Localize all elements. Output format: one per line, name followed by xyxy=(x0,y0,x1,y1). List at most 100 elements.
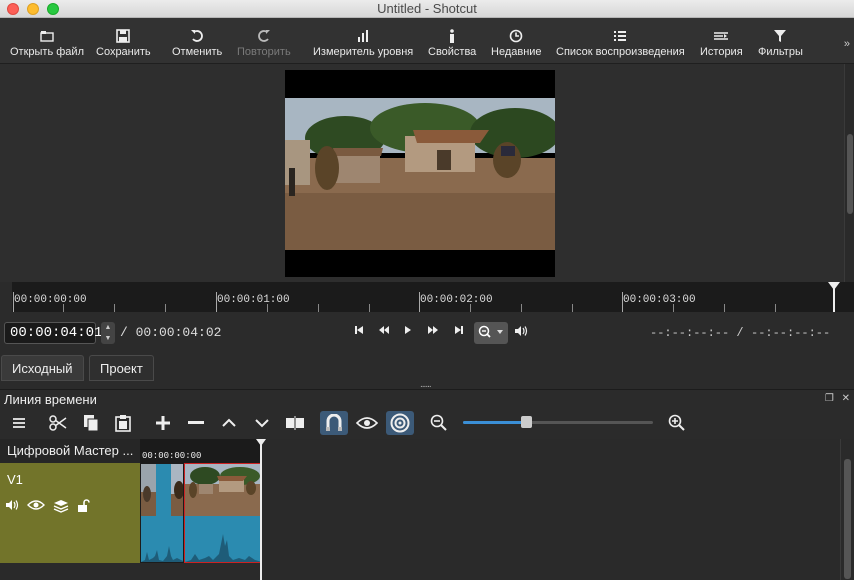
hide-eye-icon[interactable] xyxy=(27,499,45,516)
copy-icon[interactable] xyxy=(80,411,102,435)
scrub-eye-icon[interactable] xyxy=(354,411,380,435)
cut-icon[interactable] xyxy=(47,411,69,435)
composite-layers-icon[interactable] xyxy=(53,499,69,516)
ruler-minor-tick xyxy=(165,304,166,312)
duration-label: / 00:00:04:02 xyxy=(120,325,222,340)
ripple-target-icon[interactable] xyxy=(386,411,414,435)
viewer-playhead-line xyxy=(833,288,835,312)
video-preview-image xyxy=(285,98,555,250)
ruler-minor-tick xyxy=(267,304,268,312)
level-meter-label: Измеритель уровня xyxy=(313,46,414,58)
ruler-label: 00:00:03:00 xyxy=(623,294,696,306)
ruler-minor-tick xyxy=(470,304,471,312)
close-panel-icon[interactable]: ✕ xyxy=(842,393,850,404)
open-file-button[interactable]: Открыть файл xyxy=(10,18,84,64)
timeline-clip-selected[interactable] xyxy=(184,463,261,563)
clock-icon xyxy=(509,26,523,46)
redo-button[interactable]: Повторить xyxy=(237,18,291,64)
history-icon xyxy=(713,26,729,46)
transport-bar: 00:00:04:01 ▲ ▼ / 00:00:04:02 --:--:--:--… xyxy=(0,312,854,352)
skip-to-end-button[interactable] xyxy=(454,325,464,338)
timeline-title: Линия времени xyxy=(4,392,97,407)
ruler-label: 00:00:02:00 xyxy=(420,294,493,306)
fast-forward-icon xyxy=(428,326,438,334)
ruler-minor-tick xyxy=(521,304,522,312)
properties-label: Свойства xyxy=(428,46,477,58)
viewer-time-ruler[interactable]: 00:00:00:00 00:00:01:00 00:00:02:00 00:0… xyxy=(12,282,854,312)
zoom-slider-fill xyxy=(463,421,526,424)
track-name: V1 xyxy=(7,472,23,487)
ruler-minor-tick xyxy=(318,304,319,312)
split-icon[interactable] xyxy=(284,411,306,435)
timeline-ruler[interactable]: 00:00:00:00 xyxy=(140,439,262,463)
timeline-zoom-slider[interactable] xyxy=(463,421,653,424)
zoom-slider-handle[interactable] xyxy=(520,416,532,428)
in-point-timecode: --:--:--:-- / xyxy=(650,326,744,340)
play-icon xyxy=(405,326,411,334)
mute-icon[interactable] xyxy=(5,499,19,516)
ruler-minor-tick xyxy=(369,304,370,312)
play-button[interactable] xyxy=(404,325,412,338)
info-icon xyxy=(448,26,456,46)
timeline-panel-header: Линия времени ❐ ✕ xyxy=(0,389,854,407)
timeline-clip[interactable] xyxy=(140,463,184,563)
skip-to-start-button[interactable] xyxy=(354,325,364,338)
float-panel-icon[interactable]: ❐ xyxy=(825,393,834,404)
snap-magnet-icon[interactable] xyxy=(320,411,348,435)
playlist-button[interactable]: Список воспроизведения xyxy=(556,18,685,64)
clip-video-thumbnail xyxy=(141,464,183,516)
tab-source[interactable]: Исходный xyxy=(1,355,84,381)
zoom-out-icon[interactable] xyxy=(428,411,450,435)
timeline-menu-icon[interactable] xyxy=(10,411,28,435)
undo-button[interactable]: Отменить xyxy=(172,18,222,64)
history-label: История xyxy=(700,46,743,58)
fast-forward-button[interactable] xyxy=(427,325,439,338)
save-button[interactable]: Сохранить xyxy=(96,18,151,64)
viewer-tabs: Исходный Проект xyxy=(0,352,854,382)
zoom-icon xyxy=(478,325,503,338)
append-icon[interactable] xyxy=(152,411,174,435)
zoom-in-icon[interactable] xyxy=(666,411,688,435)
ruler-minor-tick xyxy=(63,304,64,312)
viewer-scrollbar[interactable] xyxy=(844,64,854,282)
lock-icon[interactable] xyxy=(77,499,91,516)
toolbar-overflow-button[interactable]: » xyxy=(844,38,850,50)
ruler-label: 00:00:00:00 xyxy=(14,294,87,306)
filters-button[interactable]: Фильтры xyxy=(758,18,803,64)
timeline-playhead-line xyxy=(260,443,262,580)
recent-label: Недавние xyxy=(491,46,542,58)
track-header-v1[interactable]: V1 xyxy=(0,463,140,563)
filter-icon xyxy=(773,26,787,46)
timeline-ruler-label: 00:00:00:00 xyxy=(142,451,202,461)
ruler-minor-tick xyxy=(724,304,725,312)
timecode-stepper[interactable]: ▲ ▼ xyxy=(101,322,115,344)
level-meter-icon xyxy=(356,26,370,46)
paste-icon[interactable] xyxy=(112,411,134,435)
skip-start-icon xyxy=(355,326,363,334)
properties-button[interactable]: Свойства xyxy=(428,18,476,64)
track-controls xyxy=(5,499,91,516)
viewer-zoom-dropdown[interactable] xyxy=(474,322,508,344)
volume-button[interactable] xyxy=(514,325,528,340)
overwrite-icon[interactable] xyxy=(251,411,273,435)
lift-icon[interactable] xyxy=(218,411,240,435)
volume-icon xyxy=(515,326,528,336)
history-button[interactable]: История xyxy=(700,18,743,64)
timeline-scrollbar[interactable] xyxy=(840,439,854,580)
save-label: Сохранить xyxy=(96,46,151,58)
timeline-scrollbar-thumb[interactable] xyxy=(844,459,851,579)
recent-button[interactable]: Недавние xyxy=(491,18,542,64)
ruler-minor-tick xyxy=(775,304,776,312)
level-meter-button[interactable]: Измеритель уровня xyxy=(313,18,413,64)
undo-icon xyxy=(190,26,204,46)
clip-audio-waveform xyxy=(141,516,183,562)
rewind-button[interactable] xyxy=(378,325,390,338)
undo-label: Отменить xyxy=(172,46,223,58)
timecode-input[interactable]: 00:00:04:01 xyxy=(4,322,102,344)
tab-project[interactable]: Проект xyxy=(89,355,154,381)
remove-icon[interactable] xyxy=(185,411,207,435)
viewer-scrollbar-thumb[interactable] xyxy=(847,134,853,214)
ruler-label: 00:00:01:00 xyxy=(217,294,290,306)
dock-controls[interactable]: ❐ ✕ xyxy=(825,393,850,404)
master-track-header[interactable]: Цифровой Мастер ... xyxy=(0,439,140,463)
